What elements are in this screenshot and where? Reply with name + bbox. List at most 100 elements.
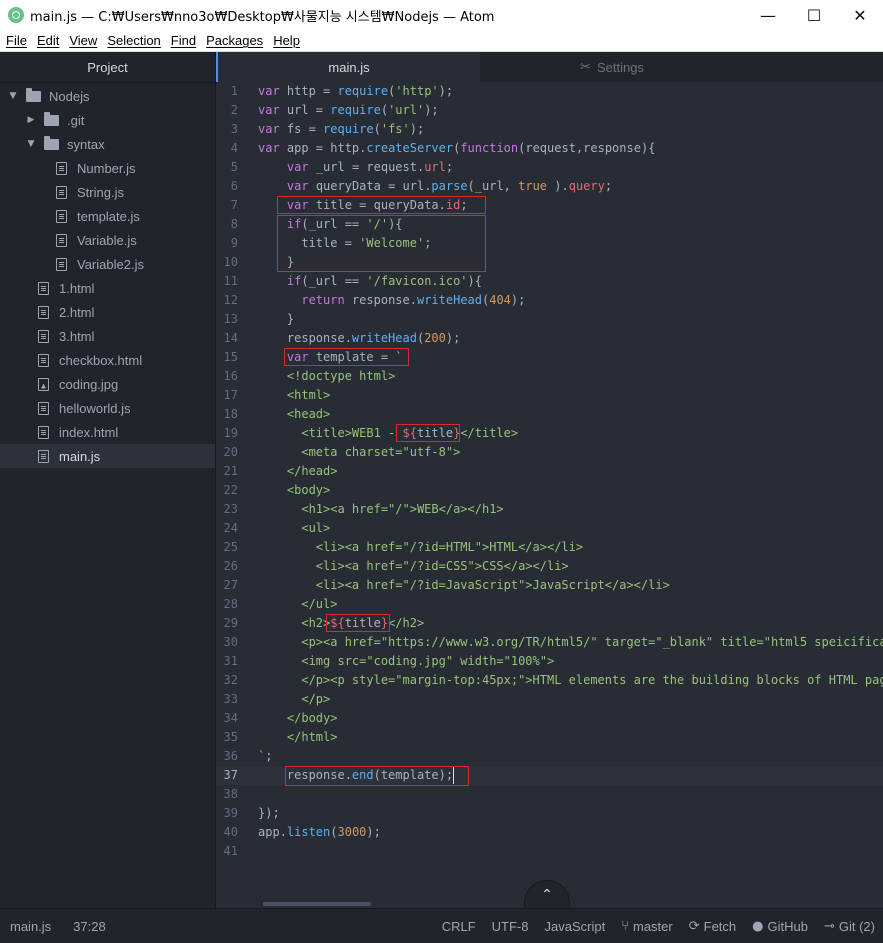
code-line[interactable]: <body> bbox=[258, 481, 330, 500]
tree-folder[interactable]: ▶ .git bbox=[0, 108, 215, 132]
code-line[interactable]: var app = http.createServer(function(req… bbox=[258, 139, 655, 158]
code-line[interactable]: </ul> bbox=[258, 595, 337, 614]
tree-file[interactable]: coding.jpg bbox=[0, 372, 215, 396]
menu-view[interactable]: View bbox=[63, 33, 101, 48]
window-title: main.js — C:₩Users₩nno3o₩Desktop₩사물지능 시스… bbox=[30, 9, 495, 25]
code-token: ; bbox=[265, 749, 273, 763]
tree-file[interactable]: Variable.js bbox=[0, 228, 215, 252]
code-line[interactable]: <meta charset="utf-8"> bbox=[258, 443, 460, 462]
status-branch[interactable]: ⑂ master bbox=[621, 919, 673, 934]
tree-file[interactable]: Variable2.js bbox=[0, 252, 215, 276]
code-line[interactable]: <title>WEB1 - ${title}</title> bbox=[258, 424, 518, 443]
code-line[interactable]: return response.writeHead(404); bbox=[258, 291, 525, 310]
code-line[interactable]: <p><a href="https://www.w3.org/TR/html5/… bbox=[258, 633, 883, 652]
close-button[interactable]: ✕ bbox=[837, 0, 883, 30]
tree-file[interactable]: main.js bbox=[0, 444, 215, 468]
tree-file[interactable]: 3.html bbox=[0, 324, 215, 348]
code-line[interactable]: var _url = request.url; bbox=[258, 158, 453, 177]
code-line[interactable]: <img src="coding.jpg" width="100%"> bbox=[258, 652, 554, 671]
menu-find[interactable]: Find bbox=[165, 33, 200, 48]
file-text-icon bbox=[38, 305, 49, 319]
code-line[interactable]: </body> bbox=[258, 709, 338, 728]
annotation-box bbox=[396, 424, 460, 442]
git-commit-icon: ⊸ bbox=[823, 918, 835, 934]
tree-file[interactable]: String.js bbox=[0, 180, 215, 204]
tree-file[interactable]: Number.js bbox=[0, 156, 215, 180]
code-token: ); bbox=[366, 825, 381, 839]
code-line[interactable]: <head> bbox=[258, 405, 330, 424]
project-panel-header[interactable]: Project bbox=[0, 52, 215, 83]
code-line[interactable]: </p> bbox=[258, 690, 330, 709]
status-fetch[interactable]: ⟳ Fetch bbox=[689, 919, 736, 934]
maximize-button[interactable]: ☐ bbox=[791, 0, 837, 30]
line-number: 8 bbox=[230, 217, 238, 231]
code-line[interactable]: var queryData = url.parse(_url, true ).q… bbox=[258, 177, 612, 196]
code-line[interactable]: } bbox=[258, 310, 294, 329]
code-editor[interactable]: 1 2 3 4 5 6 7 8 9 10 11 12 13 14 15 16 17 18 19 20 21 22 23 24 2… bbox=[216, 82, 883, 908]
status-git[interactable]: ⊸ Git (2) bbox=[824, 919, 875, 934]
code-line[interactable]: <!doctype html> bbox=[258, 367, 395, 386]
code-token: response. bbox=[344, 293, 417, 307]
code-line[interactable]: var fs = require('fs'); bbox=[258, 120, 424, 139]
code-line[interactable]: <html> bbox=[258, 386, 330, 405]
menu-bar: File Edit View Selection Find Packages H… bbox=[0, 30, 883, 52]
status-encoding[interactable]: UTF-8 bbox=[492, 919, 529, 934]
horizontal-scrollbar[interactable] bbox=[263, 902, 371, 906]
code-token: ; bbox=[604, 179, 613, 193]
scroll-to-top-button[interactable]: ⌃ bbox=[524, 880, 570, 908]
code-token: </head> bbox=[258, 464, 338, 478]
file-text-icon bbox=[56, 257, 67, 271]
chevron-right-icon[interactable]: ▶ bbox=[26, 115, 36, 125]
code-line[interactable]: if(_url == '/favicon.ico'){ bbox=[258, 272, 482, 291]
window-controls: — ☐ ✕ bbox=[745, 0, 883, 30]
chevron-down-icon[interactable]: ▼ bbox=[8, 91, 18, 101]
code-line[interactable]: <li><a href="/?id=JavaScript">JavaScript… bbox=[258, 576, 670, 595]
code-line[interactable]: <li><a href="/?id=CSS">CSS</a></li> bbox=[258, 557, 569, 576]
code-line[interactable]: <li><a href="/?id=HTML">HTML</a></li> bbox=[258, 538, 583, 557]
menu-edit[interactable]: Edit bbox=[31, 33, 63, 48]
tree-file[interactable]: 2.html bbox=[0, 300, 215, 324]
code-line[interactable]: `; bbox=[258, 747, 272, 766]
status-grammar[interactable]: JavaScript bbox=[544, 919, 605, 934]
code-token: '/favicon.ico' bbox=[366, 274, 468, 288]
code-line[interactable]: var url = require('url'); bbox=[258, 101, 439, 120]
code-line[interactable]: }); bbox=[258, 804, 280, 823]
tree-file[interactable]: index.html bbox=[0, 420, 215, 444]
status-file-name[interactable]: main.js bbox=[10, 919, 51, 934]
code-token: 200 bbox=[424, 331, 446, 345]
code-token: _url = request. bbox=[308, 160, 425, 174]
code-line[interactable]: <h1><a href="/">WEB</a></h1> bbox=[258, 500, 503, 519]
code-line[interactable]: app.listen(3000); bbox=[258, 823, 381, 842]
file-text-icon bbox=[38, 281, 49, 295]
code-token: </body> bbox=[258, 711, 338, 725]
tree-file[interactable]: helloworld.js bbox=[0, 396, 215, 420]
code-line[interactable]: <ul> bbox=[258, 519, 330, 538]
tree-file[interactable]: 1.html bbox=[0, 276, 215, 300]
code-token: url = bbox=[279, 103, 331, 117]
minimize-button[interactable]: — bbox=[745, 0, 791, 30]
code-token: 404 bbox=[489, 293, 511, 307]
tree-folder[interactable]: ▼ Nodejs bbox=[0, 84, 215, 108]
chevron-down-icon[interactable]: ▼ bbox=[26, 139, 36, 149]
status-github[interactable]: ● GitHub bbox=[752, 919, 808, 934]
tab-main-js[interactable]: main.js bbox=[216, 52, 480, 82]
menu-help[interactable]: Help bbox=[267, 33, 304, 48]
code-line[interactable]: response.writeHead(200); bbox=[258, 329, 460, 348]
menu-file[interactable]: File bbox=[0, 33, 31, 48]
code-token: ( bbox=[330, 825, 338, 839]
tab-settings[interactable]: ✂ Settings bbox=[480, 52, 744, 82]
status-cursor-position[interactable]: 37:28 bbox=[73, 919, 106, 934]
line-number: 23 bbox=[223, 502, 238, 516]
tree-file[interactable]: checkbox.html bbox=[0, 348, 215, 372]
menu-packages[interactable]: Packages bbox=[200, 33, 267, 48]
status-line-ending[interactable]: CRLF bbox=[442, 919, 476, 934]
code-token: ){ bbox=[467, 274, 482, 288]
code-line[interactable]: </html> bbox=[258, 728, 338, 747]
code-line[interactable]: var http = require('http'); bbox=[258, 82, 453, 101]
tree-file[interactable]: template.js bbox=[0, 204, 215, 228]
code-line[interactable]: </p><p style="margin-top:45px;">HTML ele… bbox=[258, 671, 883, 690]
code-line[interactable]: </head> bbox=[258, 462, 338, 481]
tree-folder[interactable]: ▼ syntax bbox=[0, 132, 215, 156]
menu-selection[interactable]: Selection bbox=[101, 33, 164, 48]
